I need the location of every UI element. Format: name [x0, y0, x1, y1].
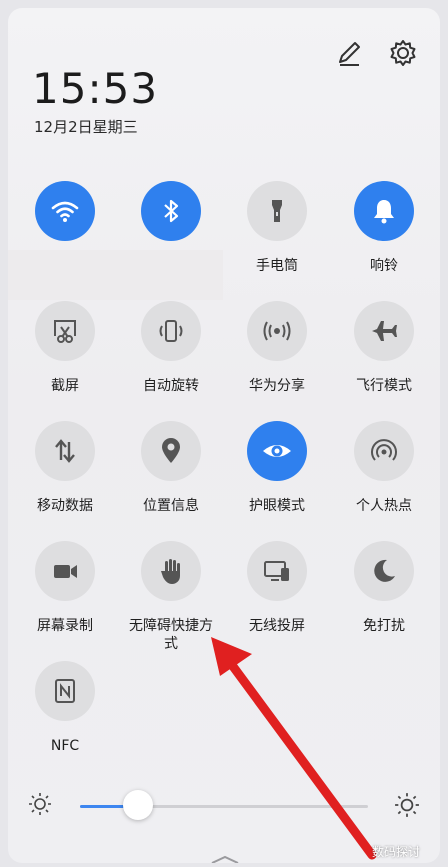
watermark: 数码探讨	[372, 845, 421, 859]
annotation-arrow-icon	[211, 637, 377, 860]
